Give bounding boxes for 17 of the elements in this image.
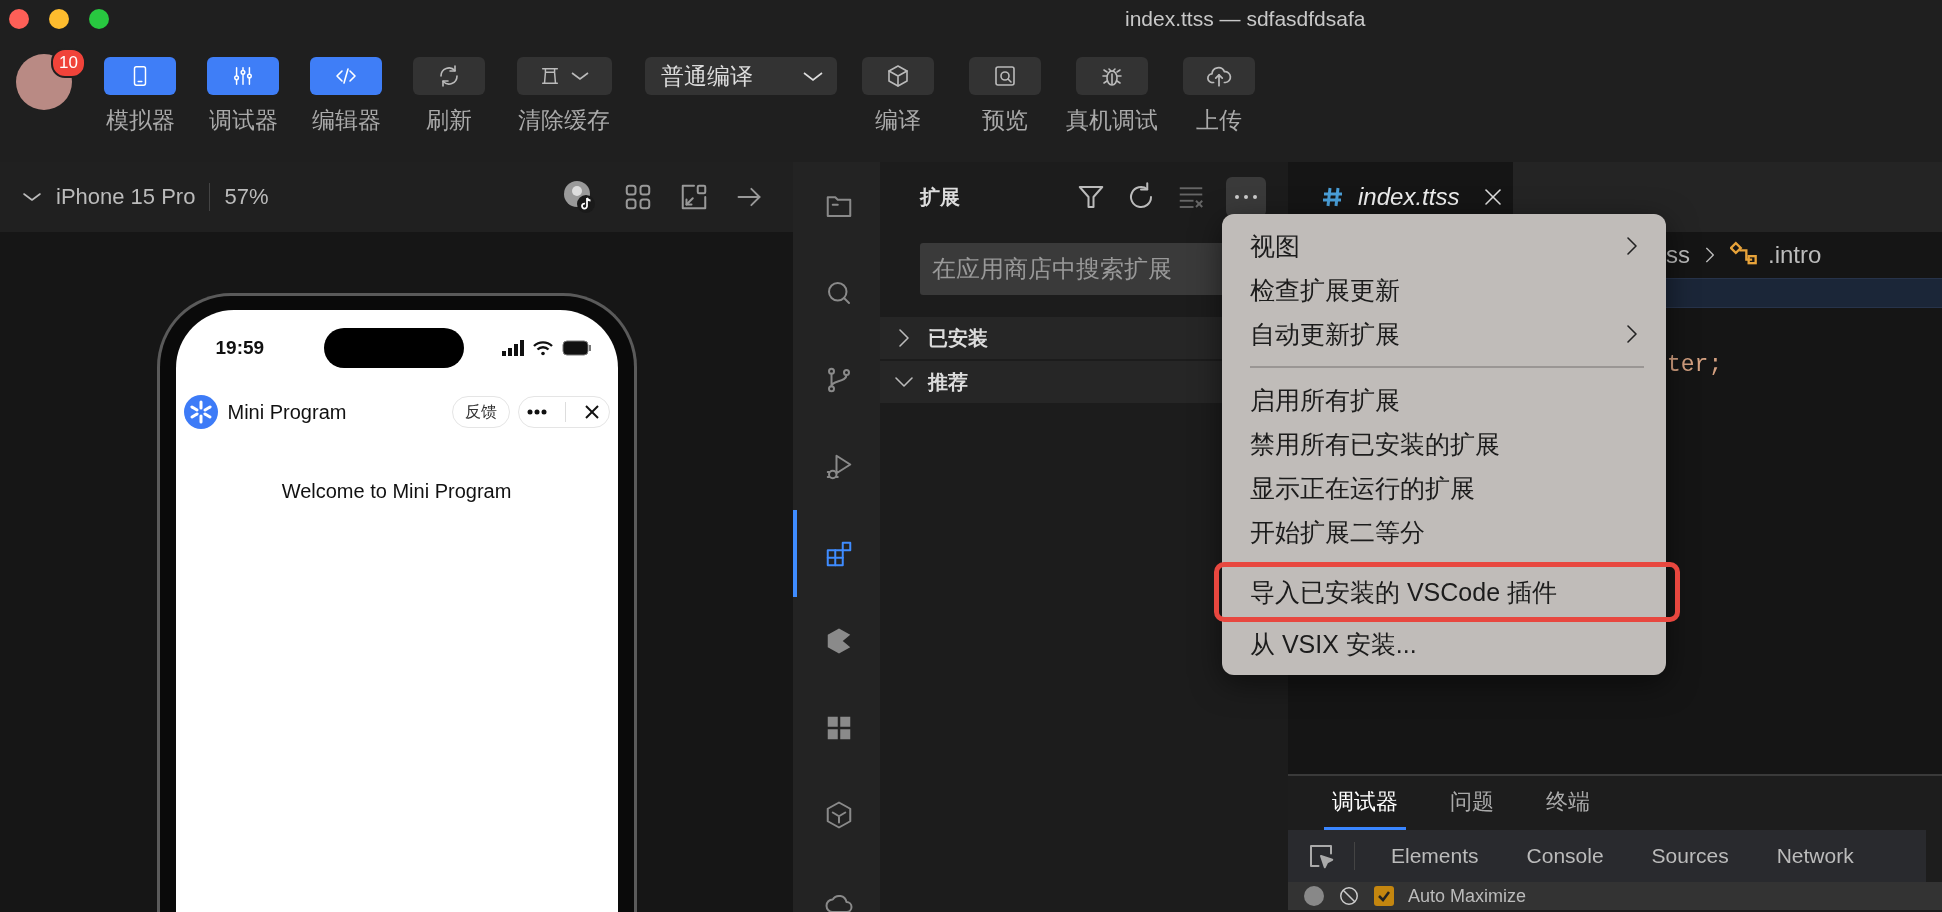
window-title: index.ttss — sdfasdfdsafa: [1125, 7, 1366, 31]
panel-title: 扩展: [920, 184, 960, 210]
toolbar-label: 上传: [1196, 106, 1242, 135]
toolbar-label: 编辑器: [311, 106, 381, 135]
toolbar-label: 预览: [982, 106, 1028, 135]
toolbar-label: 模拟器: [105, 106, 175, 135]
app-name: Mini Program: [227, 400, 347, 424]
welcome-text: Welcome to Mini Program: [280, 480, 513, 503]
toolbar-label: 清除缓存: [518, 106, 610, 135]
code-line: ter;: [1666, 352, 1724, 378]
toolbar-label: 真机调试: [1066, 106, 1158, 135]
toolbar-label: 编译: [875, 106, 921, 135]
status-time: 19:59: [215, 337, 265, 359]
notification-badge: 10: [51, 48, 86, 78]
toolbar-label: 刷新: [426, 106, 472, 135]
toolbar-label: 调试器: [208, 106, 278, 135]
option-label: Auto Maximize: [1408, 885, 1527, 907]
